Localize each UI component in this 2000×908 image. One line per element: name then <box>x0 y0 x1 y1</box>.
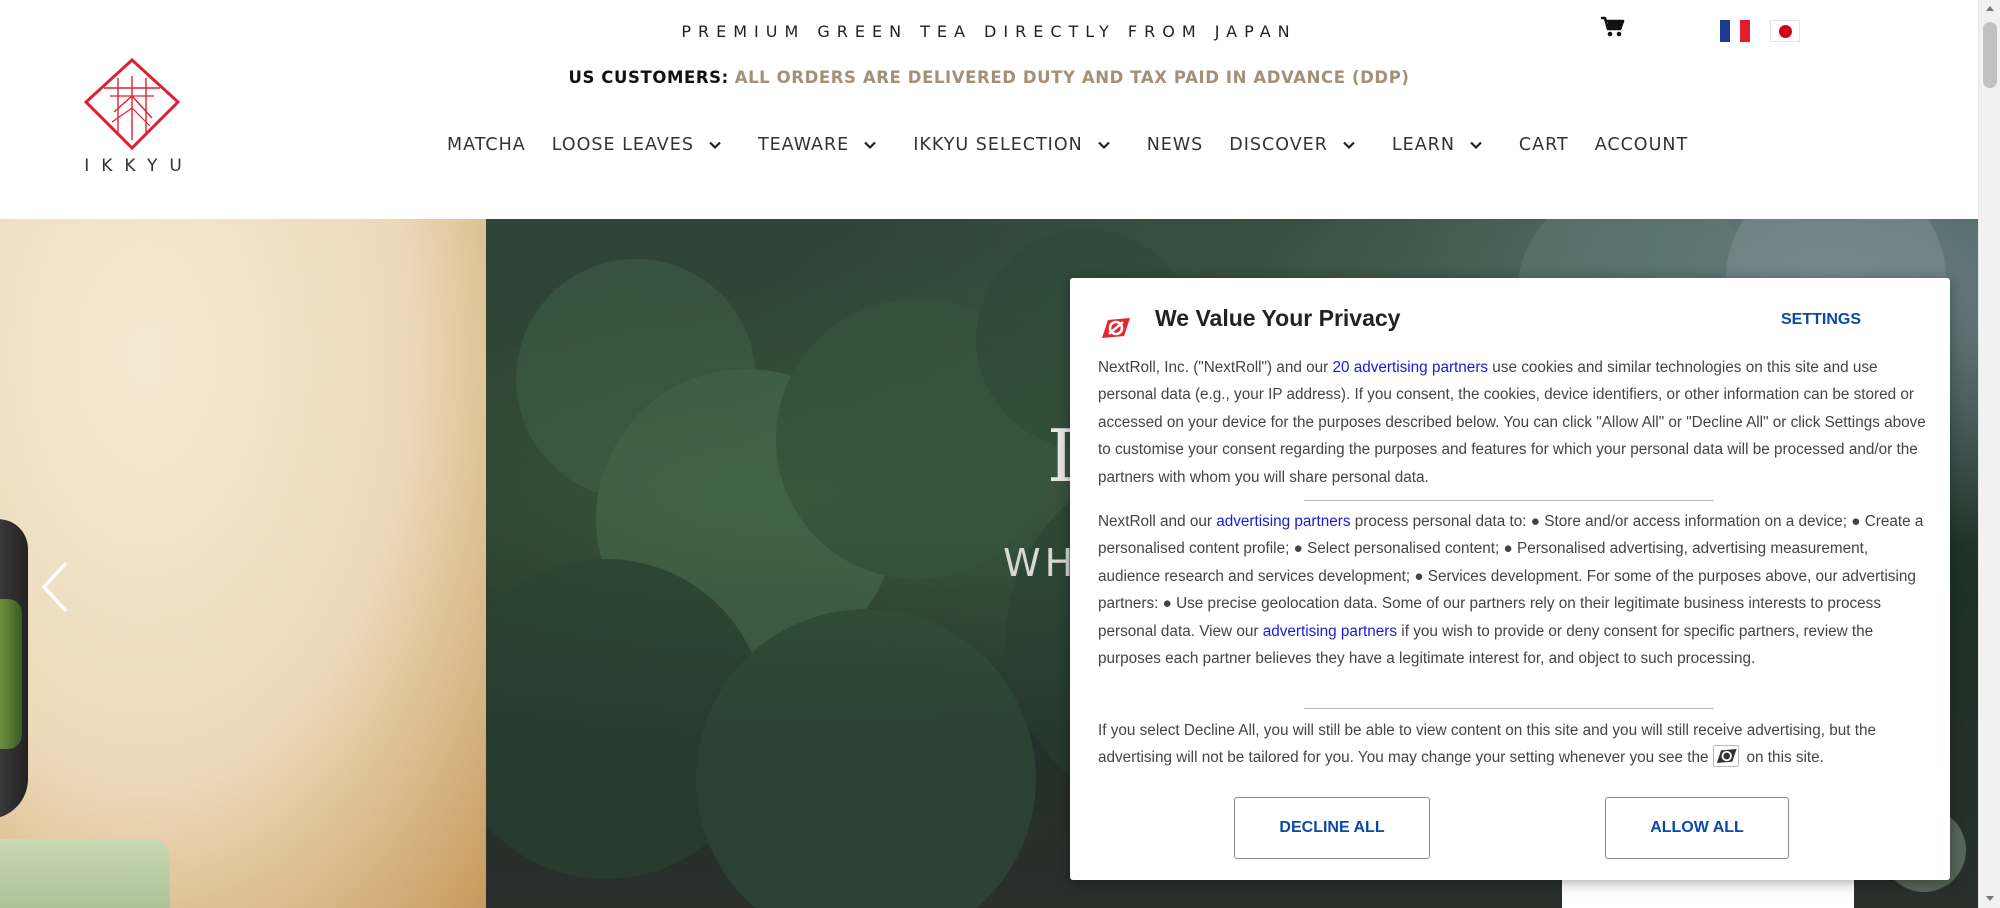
nav-item-label: TEAWARE <box>757 135 850 155</box>
scroll-up-arrow-icon[interactable] <box>1979 0 2000 18</box>
consent-title: We Value Your Privacy <box>1155 305 1401 331</box>
allow-all-button[interactable]: ALLOW ALL <box>1605 797 1789 859</box>
nav-item-account[interactable]: ACCOUNT <box>1595 135 1688 155</box>
ddp-notice: US CUSTOMERS: ALL ORDERS ARE DELIVERED D… <box>0 68 1978 87</box>
privacy-consent-dialog: We Value Your Privacy SETTINGS NextRoll,… <box>1070 278 1950 880</box>
consent-text: use cookies and similar technologies on … <box>1098 359 1926 486</box>
hero-subtitle: WH <box>1003 541 1078 585</box>
consent-divider <box>1304 708 1714 709</box>
advertising-partners-link[interactable]: advertising partners <box>1263 623 1397 640</box>
nav-item-teaware[interactable]: TEAWARE <box>758 135 877 155</box>
chevron-down-icon <box>1097 141 1110 150</box>
consent-paragraph-intro: NextRoll, Inc. ("NextRoll") and our 20 a… <box>1098 354 1928 491</box>
logo-wordmark: IKKYU <box>84 156 194 176</box>
nav-item-label: MATCHA <box>447 135 526 155</box>
nav-item-news[interactable]: NEWS <box>1147 135 1204 155</box>
main-navigation: MATCHA LOOSE LEAVES TEAWARE IKKYU SELECT… <box>447 132 1714 158</box>
consent-paragraph-decline: If you select Decline All, you will stil… <box>1098 717 1928 772</box>
nextroll-inline-icon <box>1712 745 1739 768</box>
ddp-text: ALL ORDERS ARE DELIVERED DUTY AND TAX PA… <box>734 68 1410 87</box>
nextroll-logo-icon <box>1102 318 1130 338</box>
scroll-down-arrow-icon[interactable] <box>1979 890 2000 908</box>
nav-item-discover[interactable]: DISCOVER <box>1229 135 1356 155</box>
consent-text: on this site. <box>1746 749 1824 767</box>
consent-divider <box>1304 500 1714 501</box>
hero-product-image <box>0 219 486 908</box>
ceramic-dish-image <box>0 839 170 908</box>
decline-all-button[interactable]: DECLINE ALL <box>1234 797 1430 859</box>
settings-link[interactable]: SETTINGS <box>1781 311 1861 329</box>
header-tagline: PREMIUM GREEN TEA DIRECTLY FROM JAPAN <box>681 22 1297 41</box>
slider-prev-arrow-icon[interactable] <box>38 559 72 615</box>
scroll-thumb[interactable] <box>1983 22 1997 88</box>
shopping-cart-icon[interactable] <box>1600 16 1626 38</box>
nav-item-label: DISCOVER <box>1229 135 1328 155</box>
ikkyu-logo[interactable]: IKKYU <box>74 56 194 176</box>
nav-item-label: NEWS <box>1146 135 1204 155</box>
nav-item-ikkyu-selection[interactable]: IKKYU SELECTION <box>913 135 1110 155</box>
nav-item-cart[interactable]: CART <box>1519 135 1569 155</box>
chevron-down-icon <box>1343 141 1355 150</box>
chevron-down-icon <box>1470 141 1482 150</box>
consent-text: NextRoll and our <box>1098 513 1217 530</box>
nav-item-label: LEARN <box>1391 135 1455 155</box>
nav-item-loose-leaves[interactable]: LOOSE LEAVES <box>552 135 722 155</box>
consent-paragraph-purposes: NextRoll and our advertising partners pr… <box>1098 508 1928 672</box>
japanese-flag-icon[interactable] <box>1770 20 1800 42</box>
nav-item-label: CART <box>1518 135 1569 155</box>
nav-item-label: LOOSE LEAVES <box>551 135 694 155</box>
advertising-partners-link[interactable]: advertising partners <box>1216 513 1350 530</box>
french-flag-icon[interactable] <box>1720 20 1750 42</box>
ddp-label: US CUSTOMERS: <box>568 68 729 87</box>
nav-item-learn[interactable]: LEARN <box>1392 135 1483 155</box>
chevron-down-icon <box>864 141 877 150</box>
advertising-partners-link[interactable]: 20 advertising partners <box>1332 359 1488 376</box>
page-scrollbar[interactable] <box>1978 0 2000 908</box>
consent-text: process personal data to: ● Store and/or… <box>1098 513 1924 640</box>
site-header: PREMIUM GREEN TEA DIRECTLY FROM JAPAN US… <box>0 0 1978 219</box>
consent-text: NextRoll, Inc. ("NextRoll") and our <box>1098 359 1333 376</box>
nav-item-label: IKKYU SELECTION <box>913 135 1083 155</box>
logo-mark-icon <box>83 57 181 151</box>
nav-item-label: ACCOUNT <box>1594 135 1689 155</box>
tea-canister-label <box>0 599 22 749</box>
nav-item-matcha[interactable]: MATCHA <box>447 135 526 155</box>
chevron-down-icon <box>709 141 721 150</box>
